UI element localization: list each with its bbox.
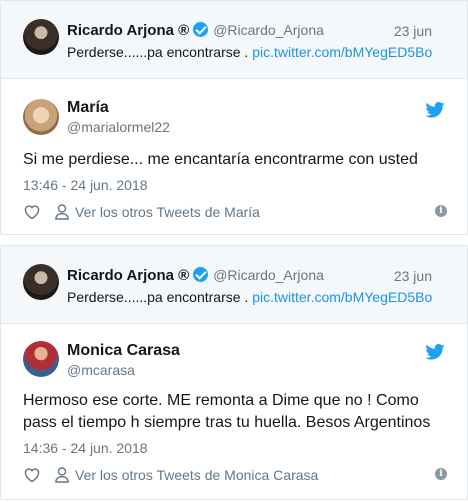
quoted-date[interactable]: 23 jun	[394, 23, 432, 39]
twitter-bird-icon[interactable]	[425, 344, 445, 360]
embedded-tweet-monica: Ricardo Arjona ® @Ricardo_Arjona 23 jun P…	[0, 245, 468, 500]
quoted-text: Perderse......pa encontrarse . pic.twitt…	[67, 44, 432, 60]
reply-timestamp[interactable]: 13:46 - 24 jun. 2018	[23, 177, 148, 193]
reply-text: Hermoso ese corte. ME remonta a Dime que…	[23, 392, 431, 431]
heart-icon[interactable]	[23, 204, 41, 220]
verified-badge-icon	[193, 267, 209, 282]
reply-text: Si me perdiese... me encantaría encontra…	[23, 151, 418, 168]
quoted-text-body: Perderse......pa encontrarse .	[67, 289, 253, 305]
quoted-author-name[interactable]: Ricardo Arjona ®	[67, 267, 189, 284]
quoted-pic-link[interactable]: pic.twitter.com/bMYegED5Bo	[252, 44, 432, 60]
twitter-bird-icon[interactable]	[425, 102, 445, 118]
reply-author-name[interactable]: Monica Carasa	[67, 342, 180, 360]
monica-carasa-avatar[interactable]	[23, 341, 59, 377]
reply-actions: Ver los otros Tweets de Monica Carasa i	[23, 465, 447, 485]
ricardo-arjona-avatar[interactable]	[23, 19, 59, 55]
quoted-text-body: Perderse......pa encontrarse .	[67, 44, 253, 60]
reply-author-handle[interactable]: @mcarasa	[67, 362, 135, 378]
quoted-tweet[interactable]: Ricardo Arjona ® @Ricardo_Arjona 23 jun P…	[1, 246, 467, 324]
quoted-author[interactable]: Ricardo Arjona ® @Ricardo_Arjona	[67, 267, 324, 284]
reply-timestamp[interactable]: 14:36 - 24 jun. 2018	[23, 440, 148, 456]
quoted-author-name[interactable]: Ricardo Arjona ®	[67, 22, 189, 39]
maria-avatar[interactable]	[23, 99, 59, 135]
quoted-author[interactable]: Ricardo Arjona ® @Ricardo_Arjona	[67, 22, 324, 39]
info-icon[interactable]: i	[435, 205, 447, 217]
heart-icon[interactable]	[23, 467, 41, 483]
person-icon	[55, 204, 69, 220]
quoted-tweet[interactable]: Ricardo Arjona ® @Ricardo_Arjona 23 jun P…	[1, 1, 467, 79]
person-icon	[55, 467, 69, 483]
quoted-pic-link[interactable]: pic.twitter.com/bMYegED5Bo	[252, 289, 432, 305]
info-icon[interactable]: i	[435, 468, 447, 480]
other-tweets-link[interactable]: Ver los otros Tweets de María	[75, 204, 260, 220]
quoted-author-handle[interactable]: @Ricardo_Arjona	[213, 267, 324, 283]
other-tweets-link[interactable]: Ver los otros Tweets de Monica Carasa	[75, 467, 318, 483]
quoted-text: Perderse......pa encontrarse . pic.twitt…	[67, 289, 432, 305]
quoted-author-handle[interactable]: @Ricardo_Arjona	[213, 22, 324, 38]
reply-actions: Ver los otros Tweets de María i	[23, 202, 447, 222]
quoted-date[interactable]: 23 jun	[394, 268, 432, 284]
verified-badge-icon	[193, 22, 209, 37]
reply-author-handle[interactable]: @marialormel22	[67, 119, 170, 135]
ricardo-arjona-avatar[interactable]	[23, 264, 59, 300]
reply-author-name[interactable]: María	[67, 99, 109, 117]
embedded-tweet-maria: Ricardo Arjona ® @Ricardo_Arjona 23 jun P…	[0, 0, 468, 235]
